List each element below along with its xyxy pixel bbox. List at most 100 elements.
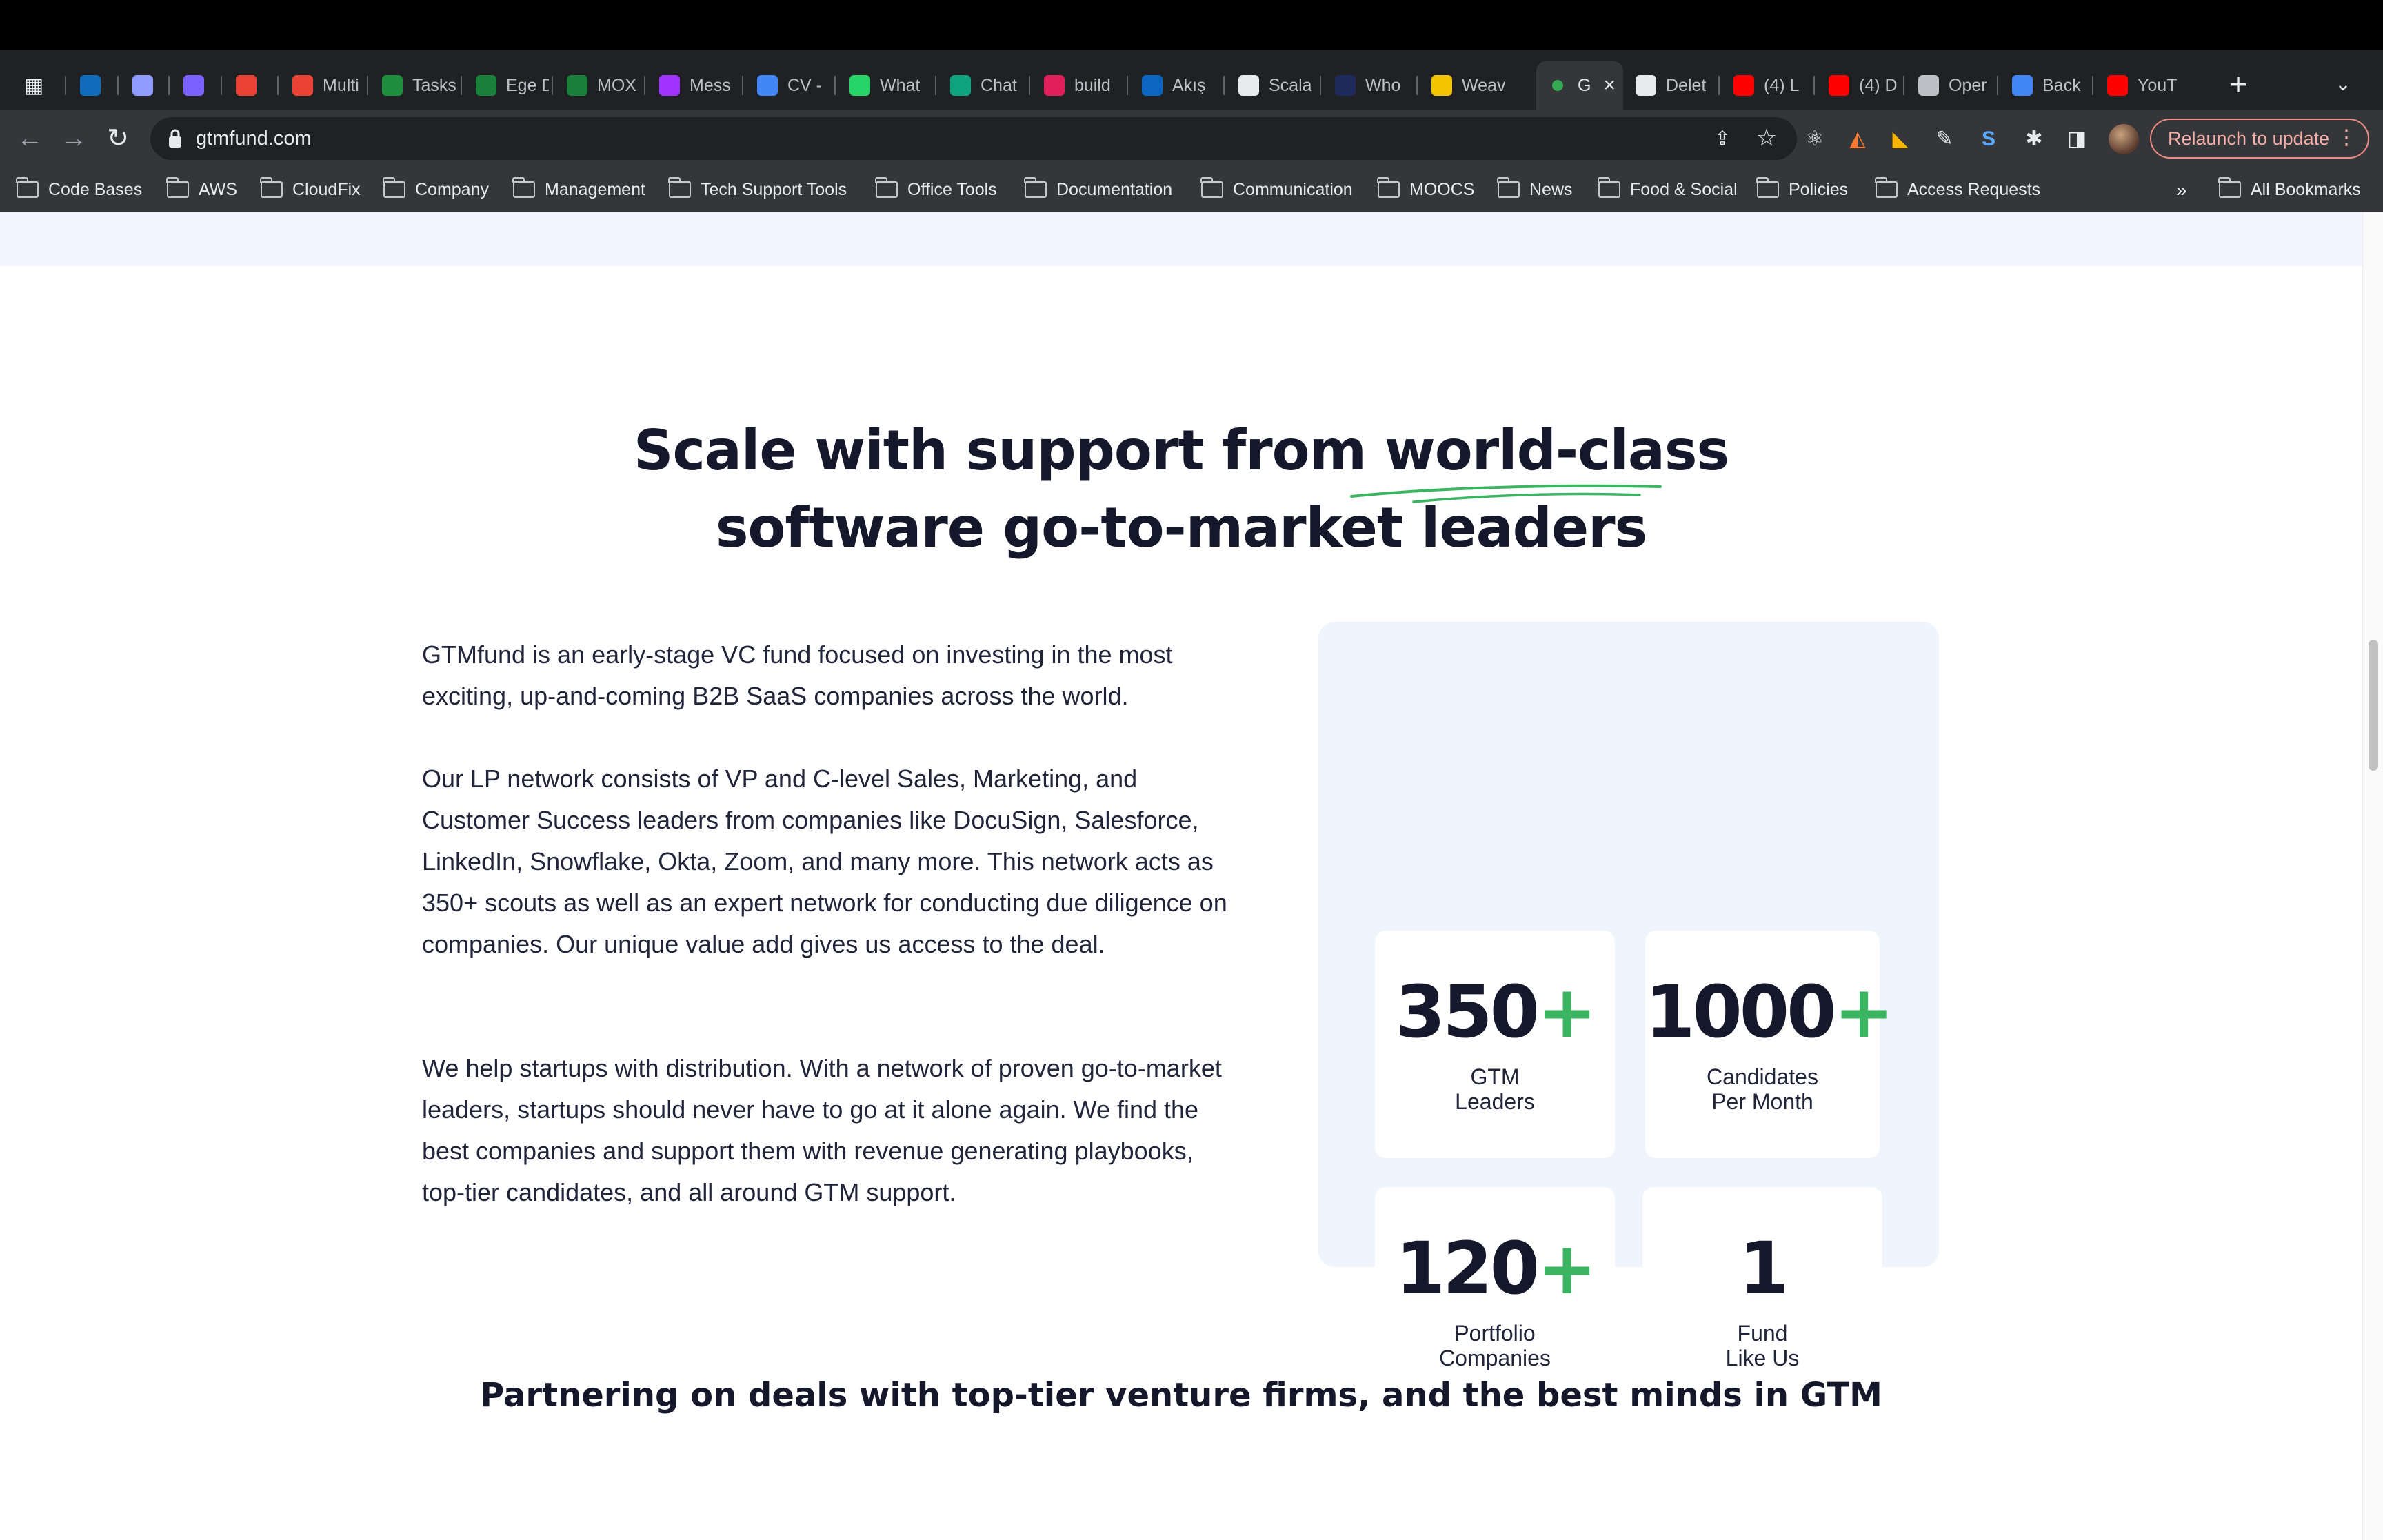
bookmark-folder[interactable]: AWS [166, 176, 238, 203]
extensions-puzzle-icon[interactable]: ✱ [2019, 124, 2049, 154]
extension-dark-icon[interactable]: ◣ [1885, 124, 1916, 154]
lock-icon[interactable] [167, 128, 183, 149]
scrollbar-thumb[interactable] [2369, 640, 2378, 771]
url-text[interactable]: gtmfund.com [196, 128, 312, 150]
browser-tab[interactable]: Oper [1907, 61, 1994, 110]
react-devtools-icon[interactable]: ⚛ [1800, 124, 1830, 154]
tab-separator [1718, 76, 1720, 95]
browser-tab[interactable]: ▦ [12, 61, 62, 110]
partners-heading: Partnering on deals with top-tier ventur… [480, 1376, 1882, 1415]
browser-tab[interactable]: Back [2001, 61, 2089, 110]
browser-tab[interactable]: Ege D [465, 61, 549, 110]
browser-tab[interactable] [172, 61, 222, 110]
highlight-underline [1350, 484, 1662, 503]
tab-separator [461, 76, 462, 95]
browser-tab[interactable]: CV - [746, 61, 832, 110]
slack-icon [1044, 75, 1065, 96]
folder-icon [383, 177, 405, 198]
browser-tab[interactable]: Tasks [371, 61, 458, 110]
browser-tab[interactable]: Akış [1131, 61, 1220, 110]
folder-icon [166, 177, 189, 198]
lp-network-paragraph: Our LP network consists of VP and C-leve… [422, 764, 1227, 958]
tab-search-chevron-icon[interactable]: ⌄ [2329, 70, 2357, 98]
browser-tab[interactable]: (4) D [1818, 61, 1900, 110]
browser-tab[interactable] [225, 61, 279, 110]
tab-title: Back [2042, 75, 2081, 95]
browser-tab[interactable]: (4) L [1722, 61, 1811, 110]
bookmark-folder[interactable]: Code Bases [16, 176, 142, 203]
bookmark-folder[interactable]: Management [512, 176, 645, 203]
stat-label: Fund Like Us [1642, 1321, 1882, 1370]
all-bookmarks-button[interactable]: All Bookmarks [2218, 176, 2361, 203]
bookmark-folder[interactable]: CloudFix [260, 176, 361, 203]
browser-tab[interactable]: Weav [1420, 61, 1516, 110]
extension-orange-icon[interactable]: ◭ [1842, 124, 1873, 154]
relaunch-update-button[interactable]: Relaunch to update ⋮ [2150, 119, 2369, 159]
browser-tab[interactable]: MOX [556, 61, 641, 110]
bookmark-star-icon[interactable]: ☆ [1753, 124, 1780, 152]
browser-tab[interactable] [121, 61, 171, 110]
close-tab-icon[interactable]: × [1603, 74, 1616, 97]
bookmark-folder[interactable]: Office Tools [875, 176, 997, 203]
bookmark-folder[interactable]: Policies [1756, 176, 1848, 203]
bookmark-folder[interactable]: Documentation [1024, 176, 1172, 203]
relaunch-label: Relaunch to update [2168, 128, 2330, 149]
stat-label-line-2: Leaders [1455, 1089, 1535, 1114]
browser-tab[interactable]: Chat [939, 61, 1026, 110]
bookmarks-bar: Code Bases AWS CloudFix Company Management Te… [0, 167, 2383, 212]
chatgpt-icon [950, 75, 971, 96]
tab-title: Chat [981, 75, 1017, 95]
browser-tab[interactable]: G × [1536, 61, 1623, 110]
more-menu-icon[interactable]: ⋮ [2336, 125, 2357, 150]
tab-title: Tasks [412, 75, 456, 95]
browser-tab[interactable]: Delet [1625, 61, 1716, 110]
forward-arrow-icon[interactable]: → [57, 121, 91, 156]
bookmark-folder[interactable]: Food & Social [1598, 176, 1738, 203]
share-icon[interactable]: ⇪ [1710, 125, 1735, 152]
tab-separator [1903, 76, 1904, 95]
bookmarks-overflow-button[interactable]: » [2176, 179, 2187, 201]
tab-separator [277, 76, 279, 95]
reload-icon[interactable]: ↻ [101, 121, 135, 156]
bookmark-folder[interactable]: Communication [1200, 176, 1353, 203]
tab-title: Oper [1949, 75, 1987, 95]
tab-separator [168, 76, 170, 95]
browser-tab[interactable]: What [838, 61, 932, 110]
all-bookmarks-label: All Bookmarks [2251, 179, 2361, 199]
docs-icon [757, 75, 778, 96]
browser-tab[interactable]: Scala [1227, 61, 1317, 110]
bookmark-folder[interactable]: Access Requests [1875, 176, 2040, 203]
extension-s-icon[interactable]: S [1973, 124, 2004, 154]
bookmark-folder[interactable]: Company [383, 176, 489, 203]
bookmark-folder[interactable]: News [1497, 176, 1573, 203]
tab-separator [1320, 76, 1321, 95]
bookmark-label: CloudFix [292, 179, 361, 199]
headline-highlight: world-class [1384, 418, 1729, 483]
back-arrow-icon[interactable]: ← [12, 121, 47, 156]
bookmark-label: AWS [199, 179, 238, 199]
browser-tab[interactable] [69, 61, 119, 110]
browser-tab[interactable]: Mess [648, 61, 739, 110]
youtube-icon [1829, 75, 1849, 96]
bookmark-folder[interactable]: MOOCS [1377, 176, 1474, 203]
browser-tab[interactable]: Who [1324, 61, 1414, 110]
messenger-icon [659, 75, 680, 96]
browser-tab[interactable]: YouT [2096, 61, 2193, 110]
bookmark-folder[interactable]: Tech Support Tools [668, 176, 847, 203]
browser-tab[interactable]: Multi [281, 61, 364, 110]
tab-separator [221, 76, 222, 95]
tab-separator [1127, 76, 1128, 95]
stat-label-line-2: Per Month [1711, 1089, 1813, 1114]
eyedropper-icon[interactable]: ✎ [1929, 124, 1960, 154]
vercel-check-icon [1335, 75, 1356, 96]
tab-title: Mess [690, 75, 731, 95]
page-scrollbar[interactable] [2362, 212, 2383, 1540]
stat-label: GTM Leaders [1375, 1064, 1615, 1114]
new-tab-button[interactable]: + [2222, 68, 2255, 102]
profile-avatar[interactable] [2109, 124, 2139, 154]
address-bar[interactable]: gtmfund.com ⇪ ☆ [150, 117, 1797, 160]
toggl-icon [183, 75, 204, 96]
tab-title: Ege D [506, 75, 549, 95]
browser-tab[interactable]: build [1033, 61, 1124, 110]
side-panel-icon[interactable]: ◨ [2062, 124, 2092, 154]
